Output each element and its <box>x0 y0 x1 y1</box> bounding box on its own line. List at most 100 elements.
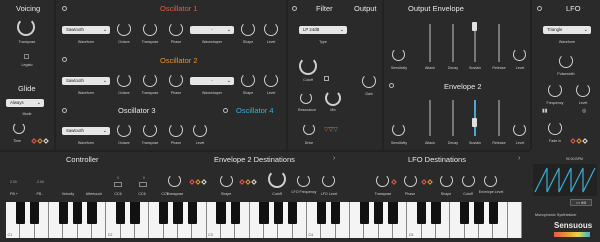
osc2-shape-knob[interactable] <box>241 73 255 87</box>
osc2-octave-knob[interactable] <box>117 73 131 87</box>
env2-dest-lfo-frequency-knob[interactable] <box>297 174 310 187</box>
env2-dest-lfo-level-knob[interactable] <box>322 174 335 187</box>
out-env-sustain-handle[interactable] <box>472 22 477 31</box>
piano-black-key[interactable] <box>259 202 269 224</box>
filter-power-icon[interactable] <box>292 6 297 11</box>
osc1-power-icon[interactable] <box>62 6 67 11</box>
lfo-frequency-knob[interactable] <box>548 83 562 97</box>
piano-black-key[interactable] <box>130 202 140 224</box>
cc-select-icon[interactable] <box>139 182 147 187</box>
osc1-level-knob[interactable] <box>264 22 278 36</box>
env2-dest-cutoff-knob[interactable] <box>268 170 286 188</box>
filter-cutoff-knob[interactable] <box>299 57 317 75</box>
mod-diamond-icon[interactable] <box>201 179 207 185</box>
piano-black-key[interactable] <box>15 202 25 224</box>
osc3-octave-knob[interactable] <box>117 123 131 137</box>
filter-key-track-icon[interactable] <box>324 76 329 81</box>
piano-black-key[interactable] <box>460 202 470 224</box>
osc3-waveform-select[interactable]: Sawtooth ⌄ <box>62 127 110 135</box>
legato-toggle[interactable] <box>24 54 29 59</box>
piano-black-key[interactable] <box>417 202 427 224</box>
lfo-level-knob[interactable] <box>576 83 590 97</box>
osc2-phase-knob[interactable] <box>169 73 183 87</box>
mod-diamond-icon[interactable] <box>43 138 49 144</box>
osc3-phase-knob[interactable] <box>169 123 183 137</box>
osc1-octave-knob[interactable] <box>117 22 131 36</box>
piano-black-key[interactable] <box>230 202 240 224</box>
osc1-phase-knob[interactable] <box>169 22 183 36</box>
out-env-sensitivity-knob[interactable] <box>392 48 405 61</box>
filter-drive-knob[interactable] <box>303 123 315 135</box>
out-env-level-knob[interactable] <box>513 48 526 61</box>
out-env-attack-fader[interactable] <box>429 24 431 62</box>
filter-mix-knob[interactable] <box>325 90 341 106</box>
out-env-release-fader[interactable] <box>498 24 500 62</box>
env2-sustain-handle[interactable] <box>472 118 477 127</box>
osc3-power-icon[interactable] <box>62 108 67 113</box>
piano-black-key[interactable] <box>116 202 126 224</box>
piano-white-key[interactable] <box>507 202 522 238</box>
chevron-right-icon[interactable]: › <box>518 155 520 162</box>
lfo-dest-envelope-level-knob[interactable] <box>484 174 497 187</box>
out-env-decay-fader[interactable] <box>452 24 454 62</box>
osc1-waveform-select[interactable]: Sawtooth ⌄ <box>62 26 110 34</box>
piano-black-key[interactable] <box>173 202 183 224</box>
env2-level-knob[interactable] <box>513 123 526 136</box>
piano-black-key[interactable] <box>159 202 169 224</box>
env2-attack-fader[interactable] <box>429 100 431 136</box>
filter-mode-indicator-icon[interactable]: ▽▽▽ <box>324 126 338 133</box>
glide-time-knob[interactable] <box>13 122 25 134</box>
env2-release-fader[interactable] <box>498 100 500 136</box>
lfo-sync-icon[interactable]: ▮▮ <box>542 108 548 114</box>
env2-sensitivity-knob[interactable] <box>392 123 405 136</box>
piano-black-key[interactable] <box>87 202 97 224</box>
osc2-waveshaper-select[interactable]: - ⌄ <box>190 77 234 85</box>
piano-black-key[interactable] <box>30 202 40 224</box>
mod-diamond-icon[interactable] <box>195 179 201 185</box>
piano-black-key[interactable] <box>388 202 398 224</box>
filter-resonance-knob[interactable] <box>300 92 312 104</box>
cc-select-icon[interactable] <box>114 182 122 187</box>
lfo-retrigger-icon[interactable]: ◎ <box>582 108 586 114</box>
piano-black-key[interactable] <box>431 202 441 224</box>
osc3-level-knob[interactable] <box>193 123 207 137</box>
osc1-shape-knob[interactable] <box>241 22 255 36</box>
lfo-pulsewidth-knob[interactable] <box>559 54 573 68</box>
osc4-power-icon[interactable] <box>223 108 228 113</box>
filter-type-select[interactable]: LP 24dB ⌄ <box>299 26 347 34</box>
osc2-waveform-select[interactable]: Sawtooth ⌄ <box>62 77 110 85</box>
chevron-right-icon[interactable]: › <box>333 155 335 162</box>
piano-black-key[interactable] <box>288 202 298 224</box>
lfo-dest-transpose-knob[interactable] <box>376 174 389 187</box>
mod-diamond-icon[interactable] <box>31 138 37 144</box>
mod-diamond-icon[interactable] <box>427 179 433 185</box>
mod-diamond-icon[interactable] <box>245 179 251 185</box>
piano-black-key[interactable] <box>58 202 68 224</box>
mod-diamond-icon[interactable] <box>391 179 397 185</box>
lfo-dest-cutoff-knob[interactable] <box>462 174 475 187</box>
lfo-dest-phase-knob[interactable] <box>404 174 417 187</box>
mod-diamond-icon[interactable] <box>582 138 588 144</box>
env2-decay-fader[interactable] <box>452 100 454 136</box>
mod-diamond-icon[interactable] <box>251 179 257 185</box>
env2-dest-transpose-knob[interactable] <box>168 174 181 187</box>
lfo-fadein-knob[interactable] <box>548 121 562 135</box>
osc3-transpose-knob[interactable] <box>143 123 157 137</box>
mod-diamond-icon[interactable] <box>570 138 576 144</box>
mod-diamond-icon[interactable] <box>239 179 245 185</box>
lfo-dest-shape-knob[interactable] <box>440 174 453 187</box>
osc1-waveshaper-select[interactable]: - ⌄ <box>190 26 234 34</box>
osc2-transpose-knob[interactable] <box>143 73 157 87</box>
piano-black-key[interactable] <box>331 202 341 224</box>
env2-dest-shape-knob[interactable] <box>220 174 233 187</box>
mod-diamond-icon[interactable] <box>189 179 195 185</box>
glide-mode-select[interactable]: Always ⌄ <box>6 99 44 107</box>
mod-diamond-icon[interactable] <box>576 138 582 144</box>
lfo-sync-button[interactable]: >> 8/8 <box>570 199 592 206</box>
osc2-power-icon[interactable] <box>62 57 67 62</box>
transpose-knob[interactable] <box>17 18 35 36</box>
piano-keyboard[interactable]: C1 C2 C3 C4 C5 <box>6 202 522 238</box>
piano-black-key[interactable] <box>216 202 226 224</box>
piano-black-key[interactable] <box>187 202 197 224</box>
osc1-transpose-knob[interactable] <box>143 22 157 36</box>
